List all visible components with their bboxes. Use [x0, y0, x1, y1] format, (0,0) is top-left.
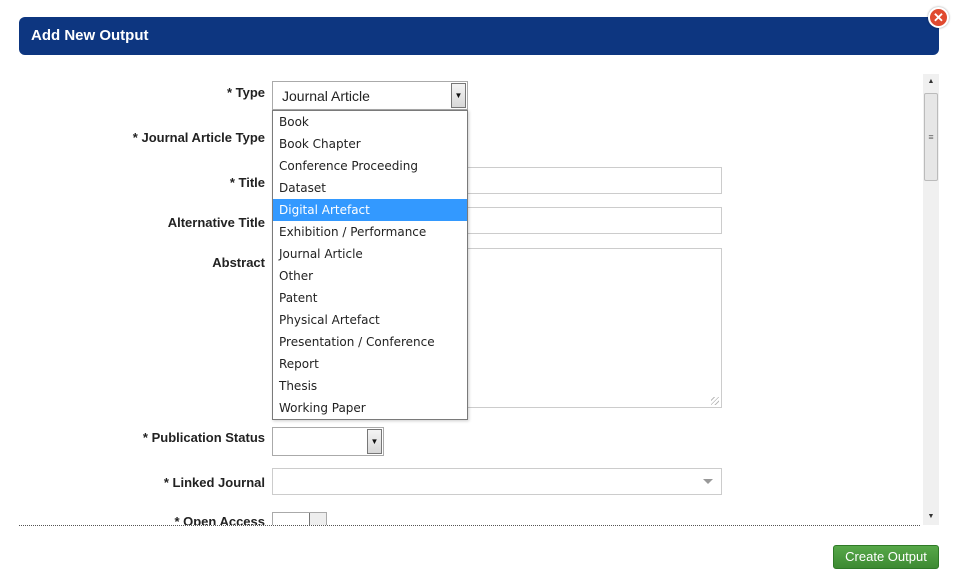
- publication-status-select[interactable]: ▼: [272, 427, 384, 456]
- scroll-down-icon[interactable]: ▼: [923, 509, 939, 525]
- dropdown-option[interactable]: Book: [273, 111, 467, 133]
- dropdown-option[interactable]: Other: [273, 265, 467, 287]
- type-select[interactable]: Journal Article ▼: [272, 81, 468, 110]
- close-icon[interactable]: ✕: [928, 7, 949, 28]
- journal-article-type-label: * Journal Article Type: [132, 130, 265, 145]
- type-label: * Type: [226, 85, 265, 100]
- dialog-header: Add New Output: [19, 17, 939, 55]
- chevron-down-icon[interactable]: [703, 479, 713, 484]
- form-divider: [19, 525, 920, 526]
- form-scrollbar[interactable]: ▲ ≡ ▼: [923, 74, 939, 525]
- type-select-value: Journal Article: [282, 88, 370, 104]
- dropdown-option[interactable]: Exhibition / Performance: [273, 221, 467, 243]
- abstract-label: Abstract: [212, 255, 265, 270]
- alternative-title-label: Alternative Title: [167, 215, 265, 230]
- dropdown-option[interactable]: Digital Artefact: [273, 199, 467, 221]
- linked-journal-label: * Linked Journal: [163, 475, 265, 490]
- dialog-title: Add New Output: [31, 27, 149, 44]
- open-access-select[interactable]: [272, 512, 327, 525]
- open-access-label: * Open Access: [174, 514, 265, 525]
- dropdown-option[interactable]: Presentation / Conference: [273, 331, 467, 353]
- dropdown-option[interactable]: Journal Article: [273, 243, 467, 265]
- dropdown-option[interactable]: Physical Artefact: [273, 309, 467, 331]
- dropdown-option[interactable]: Report: [273, 353, 467, 375]
- chevron-down-icon[interactable]: [309, 513, 326, 525]
- dropdown-option[interactable]: Book Chapter: [273, 133, 467, 155]
- type-dropdown-list[interactable]: Book Book Chapter Conference Proceeding Dat…: [272, 110, 468, 420]
- scroll-thumb[interactable]: ≡: [924, 93, 938, 181]
- linked-journal-combobox[interactable]: [272, 468, 722, 495]
- open-access-row: * Open Access: [19, 508, 923, 525]
- dropdown-option[interactable]: Conference Proceeding: [273, 155, 467, 177]
- publication-status-label: * Publication Status: [142, 430, 265, 445]
- chevron-down-icon[interactable]: ▼: [367, 429, 382, 454]
- create-output-button[interactable]: Create Output: [833, 545, 939, 569]
- dropdown-option[interactable]: Dataset: [273, 177, 467, 199]
- chevron-down-icon[interactable]: ▼: [451, 83, 466, 108]
- resize-grip-icon[interactable]: [711, 397, 719, 405]
- dropdown-option[interactable]: Thesis: [273, 375, 467, 397]
- dropdown-option[interactable]: Patent: [273, 287, 467, 309]
- dropdown-option[interactable]: Working Paper: [273, 397, 467, 419]
- scroll-up-icon[interactable]: ▲: [923, 74, 939, 90]
- title-label: * Title: [229, 175, 265, 190]
